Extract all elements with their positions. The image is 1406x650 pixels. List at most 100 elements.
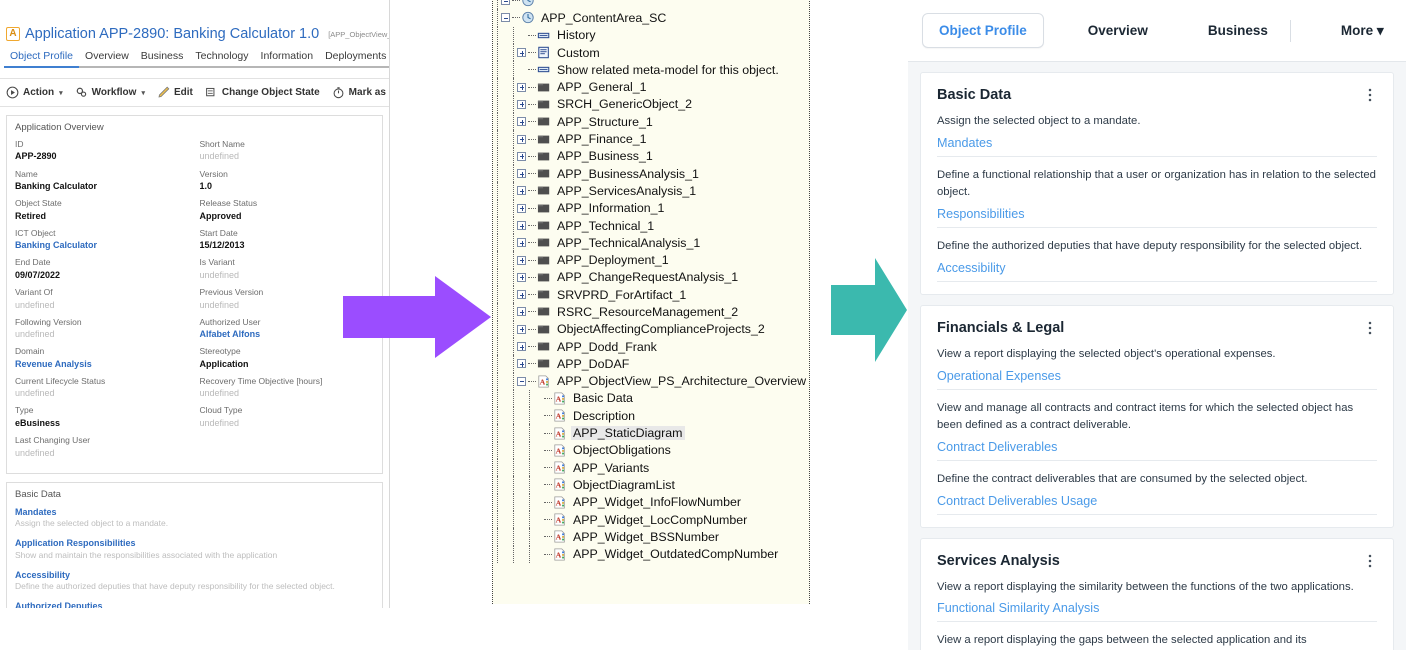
tree-node[interactable]: APP_ServicesAnalysis_1 xyxy=(493,182,809,199)
tree-guide xyxy=(529,476,530,493)
tree-node[interactable]: ADescription xyxy=(493,407,809,424)
kebab-menu-icon[interactable] xyxy=(1363,553,1377,569)
expand-icon[interactable] xyxy=(517,307,526,316)
tree-guide xyxy=(513,130,514,147)
tree-node[interactable]: APP_DoDAF xyxy=(493,355,809,372)
expand-icon[interactable] xyxy=(517,359,526,368)
right-card-link[interactable]: Contract Deliverables Usage xyxy=(937,494,1377,508)
tree-node[interactable]: AAPP_Widget_InfoFlowNumber xyxy=(493,494,809,511)
left-tab-deployments[interactable]: Deployments xyxy=(319,48,390,68)
expand-icon[interactable] xyxy=(517,186,526,195)
tree-node[interactable]: AAPP_ObjectView_PS_Architecture_Overview xyxy=(493,373,809,390)
right-card-desc: View and manage all contracts and contra… xyxy=(937,400,1377,434)
expand-icon[interactable] xyxy=(517,83,526,92)
tree-list[interactable]: APP_ContentArea_SCHistoryCustomShow rela… xyxy=(493,0,809,563)
right-card-link[interactable]: Operational Expenses xyxy=(937,369,1377,383)
tree-node[interactable]: APP_Business_1 xyxy=(493,148,809,165)
tree-node[interactable]: APP_Technical_1 xyxy=(493,217,809,234)
tree-node[interactable]: AAPP_Widget_OutdatedCompNumber xyxy=(493,546,809,563)
expand-icon[interactable] xyxy=(517,117,526,126)
right-tab-bar[interactable]: Object Profile Overview Business More ▾ xyxy=(908,0,1406,62)
overview-field: Version1.0 xyxy=(200,169,375,193)
collapse-icon[interactable] xyxy=(517,377,526,386)
toolbar-action[interactable]: Action▾ xyxy=(6,86,63,99)
tree-node[interactable]: Show related meta-model for this object. xyxy=(493,61,809,78)
left-basic-data-item: AccessibilityDefine the authorized deput… xyxy=(15,569,374,593)
tree-node[interactable]: AObjectObligations xyxy=(493,442,809,459)
expand-icon[interactable] xyxy=(517,135,526,144)
expand-icon[interactable] xyxy=(517,169,526,178)
expand-icon[interactable] xyxy=(517,325,526,334)
tree-node[interactable]: SRCH_GenericObject_2 xyxy=(493,96,809,113)
toolbar-change-object-state[interactable]: Change Object State xyxy=(205,86,320,99)
expand-icon[interactable] xyxy=(517,273,526,282)
left-tab-information[interactable]: Information xyxy=(255,48,320,68)
folder-icon xyxy=(537,150,551,163)
tree-node[interactable]: RSRC_ResourceManagement_2 xyxy=(493,303,809,320)
metamodel-tree-panel[interactable]: APP_ContentArea_SCHistoryCustomShow rela… xyxy=(492,0,810,604)
right-tab-object-profile[interactable]: Object Profile xyxy=(922,13,1044,48)
expand-icon[interactable] xyxy=(517,48,526,57)
tree-node[interactable]: APP_TechnicalAnalysis_1 xyxy=(493,234,809,251)
right-tab-business[interactable]: Business xyxy=(1192,14,1284,47)
tree-node[interactable] xyxy=(493,0,809,9)
tree-node[interactable]: APP_Finance_1 xyxy=(493,130,809,147)
svg-text:A: A xyxy=(556,464,562,473)
expand-icon[interactable] xyxy=(517,204,526,213)
tree-node[interactable]: History xyxy=(493,27,809,44)
tree-node[interactable]: APP_Dodd_Frank xyxy=(493,338,809,355)
tree-node[interactable]: AAPP_StaticDiagram xyxy=(493,424,809,441)
toolbar-edit[interactable]: Edit xyxy=(157,86,193,99)
tree-node[interactable]: APP_ContentArea_SC xyxy=(493,9,809,26)
expand-icon[interactable] xyxy=(517,100,526,109)
tree-node[interactable]: AAPP_Variants xyxy=(493,459,809,476)
left-tab-overview[interactable]: Overview xyxy=(79,48,135,68)
tree-node[interactable]: SRVPRD_ForArtifact_1 xyxy=(493,286,809,303)
left-tab-business[interactable]: Business xyxy=(135,48,190,68)
right-card-link[interactable]: Contract Deliverables xyxy=(937,440,1377,454)
left-tab-bar[interactable]: Object ProfileOverviewBusinessTechnology… xyxy=(0,44,389,68)
right-card-link[interactable]: Responsibilities xyxy=(937,207,1377,221)
tree-node[interactable]: APP_Information_1 xyxy=(493,200,809,217)
collapse-icon[interactable] xyxy=(501,13,510,22)
tree-indent xyxy=(493,113,517,130)
left-toolbar[interactable]: Action▾ Workflow▾ Edit Change Object State M… xyxy=(0,79,389,107)
expand-icon[interactable] xyxy=(517,290,526,299)
left-tab-technology[interactable]: Technology xyxy=(189,48,254,68)
right-card-separator xyxy=(937,227,1377,228)
left-basic-data-link[interactable]: Mandates xyxy=(15,506,374,519)
right-tab-overview[interactable]: Overview xyxy=(1072,14,1164,47)
right-tab-more[interactable]: More ▾ xyxy=(1325,14,1400,48)
tree-node[interactable]: AObjectDiagramList xyxy=(493,476,809,493)
tree-node[interactable]: ABasic Data xyxy=(493,390,809,407)
overview-field-value[interactable]: Banking Calculator xyxy=(15,239,190,251)
left-basic-data-link[interactable]: Authorized Deputies xyxy=(15,600,374,608)
expand-icon[interactable] xyxy=(517,221,526,230)
kebab-menu-icon[interactable] xyxy=(1363,87,1377,103)
toolbar-mark-as-reviewed[interactable]: Mark as Reviewed xyxy=(332,86,390,99)
kebab-menu-icon[interactable] xyxy=(1363,320,1377,336)
right-card-link[interactable]: Accessibility xyxy=(937,261,1377,275)
right-card-link[interactable]: Mandates xyxy=(937,136,1377,150)
left-basic-data-link[interactable]: Application Responsibilities xyxy=(15,537,374,550)
expand-icon[interactable] xyxy=(517,342,526,351)
tree-node[interactable]: Custom xyxy=(493,44,809,61)
left-basic-data-link[interactable]: Accessibility xyxy=(15,569,374,582)
tree-node[interactable]: APP_Deployment_1 xyxy=(493,251,809,268)
overview-field: End Date09/07/2022 xyxy=(15,257,190,281)
collapse-icon[interactable] xyxy=(501,0,510,5)
expand-icon[interactable] xyxy=(517,256,526,265)
expand-icon[interactable] xyxy=(517,152,526,161)
toolbar-workflow[interactable]: Workflow▾ xyxy=(75,86,145,99)
tree-node[interactable]: ObjectAffectingComplianceProjects_2 xyxy=(493,321,809,338)
right-card-link[interactable]: Functional Similarity Analysis xyxy=(937,601,1377,615)
tree-node[interactable]: AAPP_Widget_LocCompNumber xyxy=(493,511,809,528)
tree-node[interactable]: APP_Structure_1 xyxy=(493,113,809,130)
tree-node[interactable]: AAPP_Widget_BSSNumber xyxy=(493,528,809,545)
tree-node[interactable]: APP_General_1 xyxy=(493,78,809,95)
left-tab-object-profile[interactable]: Object Profile xyxy=(4,48,79,68)
expand-icon[interactable] xyxy=(517,238,526,247)
tree-node[interactable]: APP_BusinessAnalysis_1 xyxy=(493,165,809,182)
tree-node[interactable]: APP_ChangeRequestAnalysis_1 xyxy=(493,269,809,286)
overview-field-value[interactable]: Revenue Analysis xyxy=(15,358,190,370)
